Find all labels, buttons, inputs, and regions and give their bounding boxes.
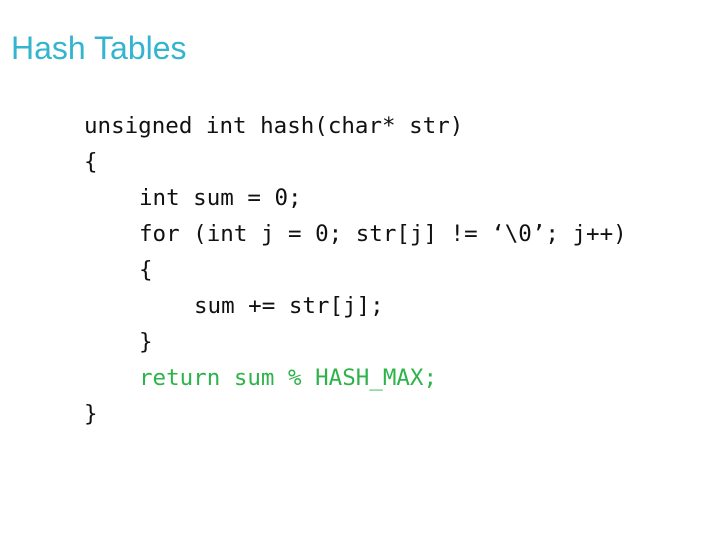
code-line-signature: unsigned int hash(char* str) bbox=[84, 113, 464, 139]
code-line-sum-accumulate: sum += str[j]; bbox=[194, 293, 384, 319]
slide: Hash Tables unsigned int hash(char* str)… bbox=[0, 0, 717, 557]
slide-title: Hash Tables bbox=[11, 30, 187, 66]
code-line-close-brace: } bbox=[84, 401, 98, 427]
code-line-loop-open-brace: { bbox=[139, 257, 153, 283]
code-line-return-highlighted: return sum % HASH_MAX; bbox=[139, 365, 438, 391]
code-line-loop-close-brace: } bbox=[139, 329, 153, 355]
code-line-sum-declaration: int sum = 0; bbox=[139, 185, 302, 211]
code-line-for-loop: for (int j = 0; str[j] != ‘\0’; j++) bbox=[139, 221, 627, 247]
code-block: unsigned int hash(char* str) { int sum =… bbox=[84, 108, 627, 432]
code-line-open-brace: { bbox=[84, 149, 98, 175]
